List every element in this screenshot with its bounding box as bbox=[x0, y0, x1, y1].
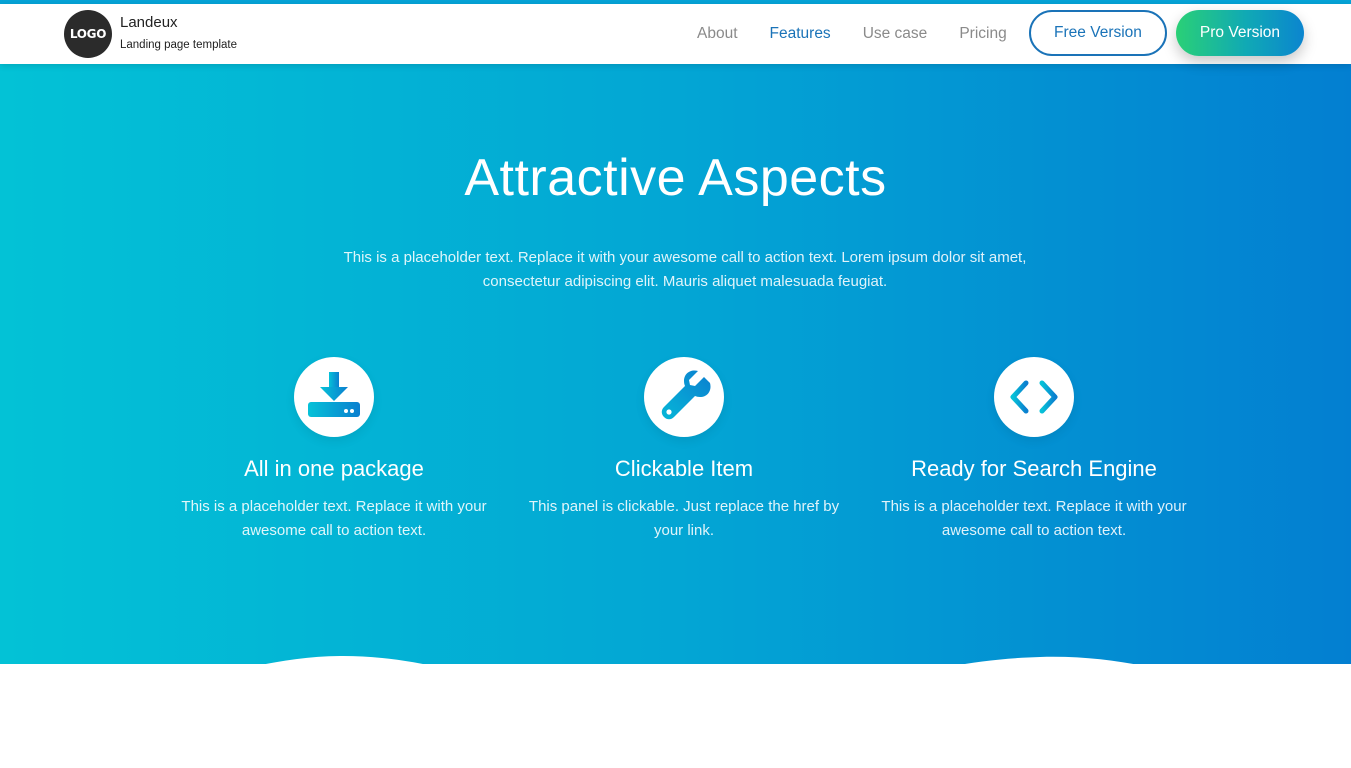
nav-item-pricing[interactable]: Pricing bbox=[943, 25, 1022, 43]
free-version-button[interactable]: Free Version bbox=[1029, 10, 1167, 56]
feature-description: This is a placeholder text. Replace it w… bbox=[181, 498, 487, 539]
brand-tagline: Landing page template bbox=[120, 39, 238, 51]
section-description: This is a placeholder text. Replace it w… bbox=[343, 249, 1027, 290]
features-section: Attractive Aspects This is a placeholder… bbox=[0, 64, 1351, 739]
pro-version-button[interactable]: Pro Version bbox=[1176, 10, 1304, 56]
feature-description: This panel is clickable. Just replace th… bbox=[528, 498, 840, 539]
feature-card-seo: Ready for Search Engine This is a placeh… bbox=[874, 357, 1194, 543]
navbar: LOGO Landeux Landing page template About… bbox=[0, 4, 1351, 64]
main-nav: About Features Use case Pricing bbox=[681, 4, 1023, 64]
logo: LOGO bbox=[64, 10, 112, 58]
nav-item-features[interactable]: Features bbox=[754, 25, 847, 43]
brand-logo-link[interactable]: LOGO Landeux Landing page template bbox=[64, 10, 237, 58]
download-icon bbox=[294, 357, 374, 437]
feature-card-clickable[interactable]: Clickable Item This panel is clickable. … bbox=[524, 357, 844, 543]
logo-text: LOGO bbox=[69, 27, 107, 41]
section-title: Attractive Aspects bbox=[464, 149, 887, 207]
wave-divider bbox=[0, 655, 1351, 739]
feature-title: Clickable Item bbox=[614, 456, 754, 481]
feature-title: Ready for Search Engine bbox=[911, 456, 1157, 481]
feature-title: All in one package bbox=[244, 456, 424, 481]
feature-card-package: All in one package This is a placeholder… bbox=[174, 357, 494, 543]
brand-name: Landeux bbox=[120, 14, 178, 31]
brand-text: Landeux Landing page template bbox=[120, 14, 237, 54]
nav-item-about[interactable]: About bbox=[681, 25, 754, 43]
wrench-icon bbox=[644, 357, 724, 437]
code-icon bbox=[994, 357, 1074, 437]
nav-item-use-case[interactable]: Use case bbox=[847, 25, 944, 43]
feature-description: This is a placeholder text. Replace it w… bbox=[881, 498, 1187, 539]
